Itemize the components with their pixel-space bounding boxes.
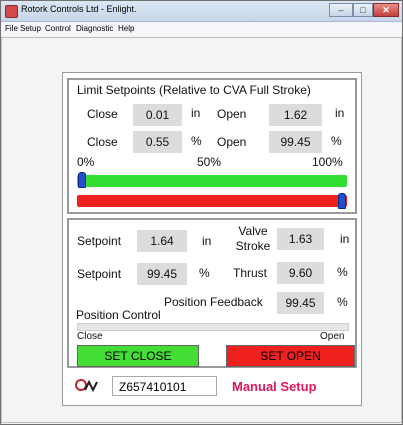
scale-max-label: 100%: [312, 155, 343, 169]
thrust-unit: %: [337, 265, 348, 279]
close-window-button[interactable]: ✕: [373, 3, 399, 17]
setpoint-percent-unit: %: [199, 266, 210, 280]
valve-stroke-label-line1: Valve: [238, 224, 268, 238]
rotork-logo-icon: [75, 379, 98, 393]
position-control-group: Setpoint 1.64 in Valve Stroke 1.63 in Se…: [67, 218, 357, 368]
close-percent-label: Close: [87, 135, 118, 149]
valve-stroke-label-line2: Stroke: [235, 239, 271, 253]
open-inches-unit: in: [335, 106, 345, 120]
thrust-label: Thrust: [233, 266, 268, 280]
limit-setpoints-group: Limit Setpoints (Relative to CVA Full St…: [67, 78, 357, 214]
client-area: Limit Setpoints (Relative to CVA Full St…: [1, 37, 402, 423]
menu-diagnostic[interactable]: Diagnostic: [76, 24, 113, 33]
position-feedback-unit: %: [337, 295, 348, 309]
open-percent-value: 99.45: [269, 131, 322, 153]
open-percent-label: Open: [217, 135, 247, 149]
close-inches-unit: in: [191, 106, 201, 120]
setpoint-inches-unit: in: [202, 234, 212, 248]
close-label: Close: [87, 107, 118, 121]
open-limit-track: [77, 195, 347, 207]
close-limit-track: [77, 175, 347, 187]
open-inches-value: 1.62: [269, 104, 322, 126]
position-feedback-value: 99.45: [277, 292, 324, 314]
open-label: Open: [217, 107, 247, 121]
menu-file[interactable]: File: [5, 24, 18, 33]
close-percent-value: 0.55: [133, 131, 182, 153]
setpoint-percent-label: Setpoint: [77, 267, 122, 281]
title-bar: Rotork Controls Ltd - Enlight. – □ ✕: [1, 1, 402, 22]
menu-bar: File Setup Control Diagnostic Help: [1, 22, 402, 36]
close-percent-unit: %: [191, 134, 202, 148]
set-open-button[interactable]: SET OPEN: [226, 345, 355, 367]
position-control-label: Position Control: [76, 308, 161, 322]
open-percent-unit: %: [331, 134, 342, 148]
window-title: Rotork Controls Ltd - Enlight.: [21, 4, 137, 14]
thrust-value: 9.60: [277, 262, 324, 284]
scale-min-label: 0%: [77, 155, 95, 169]
valve-stroke-value: 1.63: [277, 228, 324, 250]
close-limit-slider-thumb[interactable]: [78, 172, 87, 188]
setpoint-inches-label: Setpoint: [77, 234, 122, 248]
menu-control[interactable]: Control: [45, 24, 71, 33]
position-open-label: Open: [320, 331, 345, 342]
minimize-button[interactable]: –: [329, 3, 353, 17]
open-limit-slider-thumb[interactable]: [337, 193, 346, 209]
menu-help[interactable]: Help: [118, 24, 134, 33]
setpoint-inches-value: 1.64: [137, 230, 187, 252]
maximize-button[interactable]: □: [353, 3, 373, 17]
menu-setup[interactable]: Setup: [20, 24, 41, 33]
manual-setup-label: Manual Setup: [232, 379, 317, 394]
setpoint-percent-value: 99.45: [137, 263, 187, 285]
set-close-button[interactable]: SET CLOSE: [77, 345, 199, 367]
position-feedback-label: Position Feedback: [164, 295, 263, 309]
limit-setpoints-title: Limit Setpoints (Relative to CVA Full St…: [77, 83, 311, 97]
position-close-label: Close: [77, 331, 103, 342]
main-panel: Limit Setpoints (Relative to CVA Full St…: [62, 72, 362, 406]
close-inches-value: 0.01: [133, 104, 182, 126]
valve-stroke-unit: in: [340, 232, 350, 246]
app-icon: [5, 5, 18, 18]
serial-number-field[interactable]: Z657410101: [112, 376, 217, 396]
app-window: Rotork Controls Ltd - Enlight. – □ ✕ Fil…: [0, 0, 403, 425]
position-control-scrollbar[interactable]: [77, 323, 349, 331]
scale-mid-label: 50%: [197, 155, 222, 169]
